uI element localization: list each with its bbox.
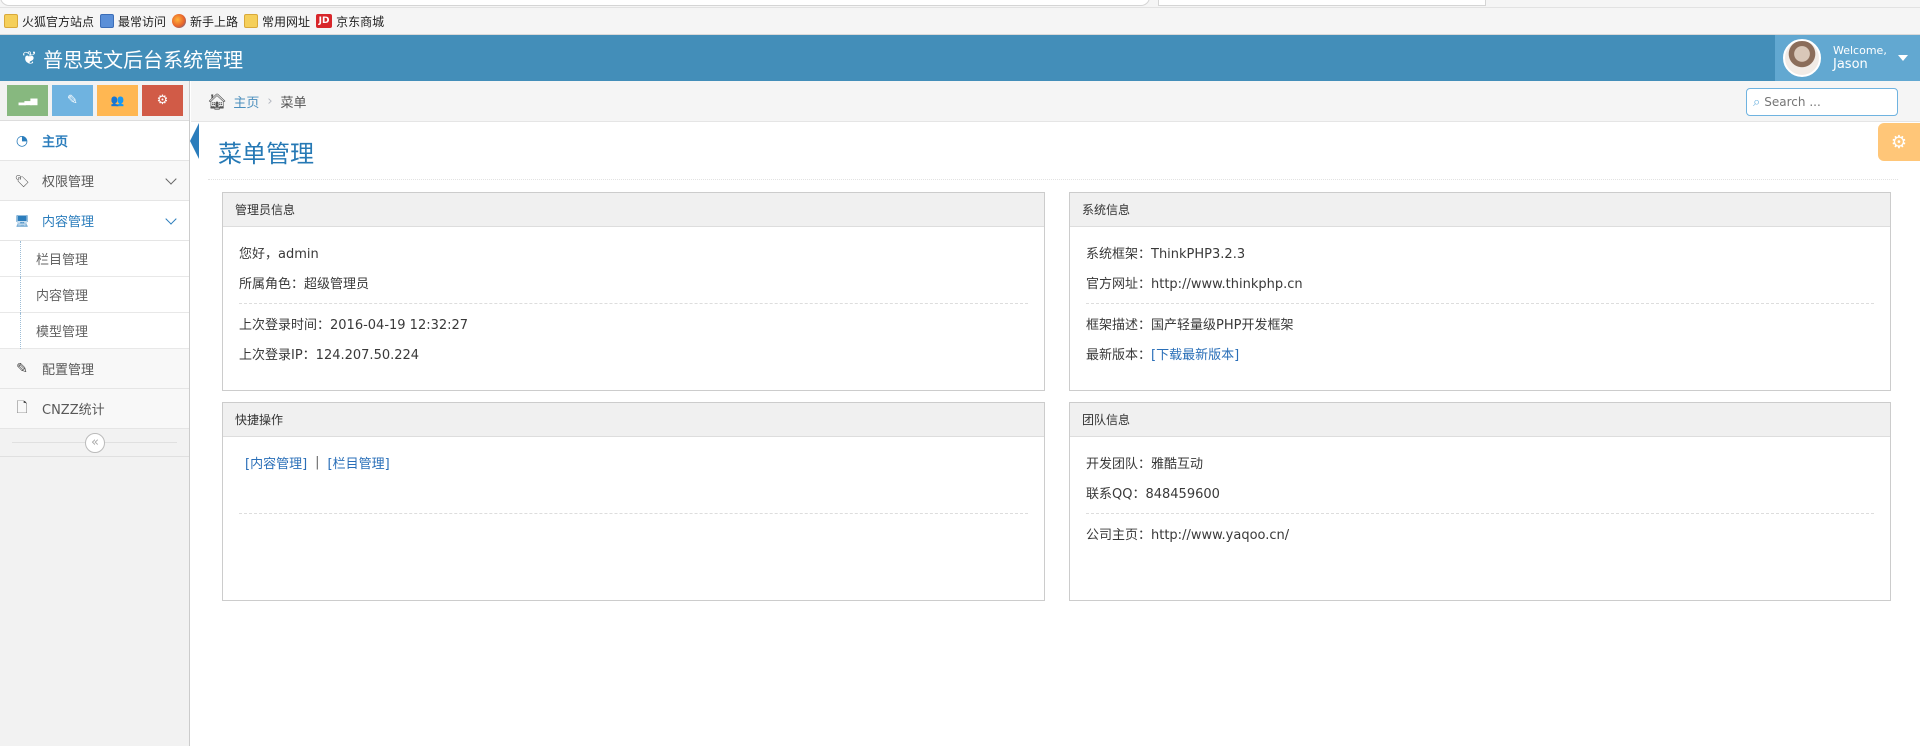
contact-qq: 联系QQ：848459600 [1086, 486, 1220, 502]
leaf-icon: ❦ [22, 48, 38, 69]
chevron-down-icon [165, 173, 177, 185]
admin-role: 所属角色：超级管理员 [239, 276, 370, 292]
cogs-icon: ⚙ [156, 93, 169, 108]
divider [1086, 513, 1874, 514]
caret-down-icon [1898, 55, 1908, 61]
divider [239, 513, 1028, 514]
top-navbar: ❦ 普思英文后台系统管理 Welcome, Jason [0, 35, 1920, 81]
sidebar-subitem-label: 模型管理 [36, 325, 89, 340]
search-box: ⌕ [1746, 88, 1898, 116]
folder-icon [4, 14, 18, 28]
page-icon [100, 14, 115, 28]
dashboard-icon: ◔ [15, 132, 29, 149]
firefox-icon [172, 14, 187, 28]
admin-greeting: 您好，admin [239, 246, 319, 262]
panel-title: 系统信息 [1070, 193, 1890, 227]
sidebar: ▂▃▅ ✎ 👥 ⚙ ◔ 主页 🏷 权限管理 🖥 内容管理 栏目管理 内容管理 模… [0, 81, 199, 746]
welcome-text: Welcome, [1833, 44, 1887, 57]
link-separator: | [315, 454, 320, 470]
shortcut-users-button[interactable]: 👥 [97, 85, 138, 116]
brand[interactable]: ❦ 普思英文后台系统管理 [22, 44, 243, 73]
username: Jason [1833, 57, 1868, 72]
sidebar-subitem-label: 栏目管理 [36, 253, 89, 268]
bookmark-jd[interactable]: JD 京东商城 [316, 13, 384, 30]
users-icon: 👥 [110, 94, 125, 107]
search-icon: ⌕ [1753, 94, 1761, 110]
bookmarks-bar: 火狐官方站点 最常访问 新手上路 常用网址 JD 京东商城 [0, 8, 1920, 35]
bookmark-getting-started[interactable]: 新手上路 [172, 13, 238, 30]
sidebar-item-content[interactable]: 🖥 内容管理 [0, 201, 189, 241]
breadcrumb-home-link[interactable]: 主页 [233, 92, 259, 111]
sidebar-subitem-label: 内容管理 [36, 289, 89, 304]
bookmark-firefox-site[interactable]: 火狐官方站点 [4, 13, 94, 30]
brand-title: 普思英文后台系统管理 [43, 48, 244, 72]
bookmark-most-visited[interactable]: 最常访问 [100, 13, 166, 30]
system-info-panel: 系统信息 系统框架：ThinkPHP3.2.3 官方网址：http://www.… [1069, 192, 1891, 391]
user-menu[interactable]: Welcome, Jason [1775, 35, 1920, 81]
download-latest-link[interactable]: [下载最新版本] [1151, 344, 1239, 363]
last-login-time: 上次登录时间：2016-04-19 12:32:27 [239, 317, 469, 333]
edit-icon: ✎ [16, 360, 28, 377]
latest-version: 最新版本： [下载最新版本] [1086, 338, 1874, 368]
sidebar-item-label: 内容管理 [42, 215, 95, 230]
sidebar-item-label: 主页 [42, 135, 69, 150]
framework-description: 框架描述：国产轻量级PHP开发框架 [1086, 317, 1294, 333]
home-icon: 🏠︎ [207, 91, 228, 111]
team-info-panel: 团队信息 开发团队：雅酷互动 联系QQ：848459600 公司主页：http:… [1069, 402, 1891, 601]
breadcrumb: 🏠︎ 主页 › 菜单 ⌕ [191, 81, 1920, 122]
search-input[interactable] [1764, 95, 1885, 109]
collapse-sidebar-button[interactable]: « [85, 433, 105, 453]
shortcut-pencil-button[interactable]: ✎ [52, 85, 93, 116]
quick-actions-panel: 快捷操作 [内容管理] | [栏目管理] [222, 402, 1045, 601]
shortcut-chart-button[interactable]: ▂▃▅ [7, 85, 48, 116]
sidebar-subitem-content[interactable]: 内容管理 [0, 277, 189, 313]
address-bar[interactable] [0, 0, 1150, 6]
last-login-ip: 上次登录IP：124.207.50.224 [239, 347, 420, 363]
chevron-down-icon [165, 213, 177, 225]
admin-info-panel: 管理员信息 您好，admin 所属角色：超级管理员 上次登录时间：2016-04… [222, 192, 1045, 391]
sidebar-shortcuts: ▂▃▅ ✎ 👥 ⚙ [0, 81, 189, 121]
latest-version-label: 最新版本： [1086, 347, 1152, 363]
quick-links: [内容管理] | [栏目管理] [239, 447, 1028, 477]
double-chevron-left-icon: « [91, 435, 99, 450]
desktop-icon: 🖥 [14, 213, 30, 228]
breadcrumb-current: 菜单 [280, 95, 307, 111]
avatar [1783, 39, 1821, 77]
bookmark-common-sites[interactable]: 常用网址 [244, 13, 310, 30]
file-icon: 🗋 [16, 399, 28, 416]
dev-team: 开发团队：雅酷互动 [1086, 456, 1204, 472]
breadcrumb-separator: › [267, 93, 273, 109]
panel-title: 管理员信息 [223, 193, 1044, 227]
browser-search-bar[interactable] [1158, 0, 1486, 6]
page-title: 菜单管理 [218, 140, 314, 168]
chart-icon: ▂▃▅ [18, 95, 38, 106]
folder-icon [244, 14, 259, 28]
sidebar-item-label: CNZZ统计 [42, 403, 105, 418]
content-management-link[interactable]: [内容管理] [245, 453, 307, 472]
panel-title: 团队信息 [1070, 403, 1890, 437]
divider [1086, 303, 1874, 304]
sidebar-item-label: 权限管理 [42, 175, 95, 190]
page-header: 菜单管理 [208, 126, 1898, 180]
divider [239, 303, 1028, 304]
browser-toolbar [0, 0, 1920, 8]
sidebar-item-home[interactable]: ◔ 主页 [0, 121, 199, 161]
column-management-link[interactable]: [栏目管理] [328, 453, 390, 472]
jd-icon: JD [316, 14, 333, 28]
official-website: 官方网址：http://www.thinkphp.cn [1086, 276, 1303, 292]
system-framework: 系统框架：ThinkPHP3.2.3 [1086, 246, 1246, 262]
sidebar-item-cnzz[interactable]: 🗋 CNZZ统计 [0, 389, 189, 429]
shortcut-cogs-button[interactable]: ⚙ [142, 85, 183, 116]
sidebar-item-permissions[interactable]: 🏷 权限管理 [0, 161, 189, 201]
sidebar-subitem-models[interactable]: 模型管理 [0, 313, 189, 349]
sidebar-subitem-columns[interactable]: 栏目管理 [0, 241, 189, 277]
sidebar-item-label: 配置管理 [42, 363, 95, 378]
sidebar-item-config[interactable]: ✎ 配置管理 [0, 349, 189, 389]
pencil-icon: ✎ [67, 93, 78, 108]
tag-icon: 🏷 [14, 173, 30, 188]
panel-title: 快捷操作 [223, 403, 1044, 437]
company-homepage: 公司主页：http://www.yaqoo.cn/ [1086, 527, 1290, 543]
sidebar-collapse-bar: « [0, 429, 189, 457]
